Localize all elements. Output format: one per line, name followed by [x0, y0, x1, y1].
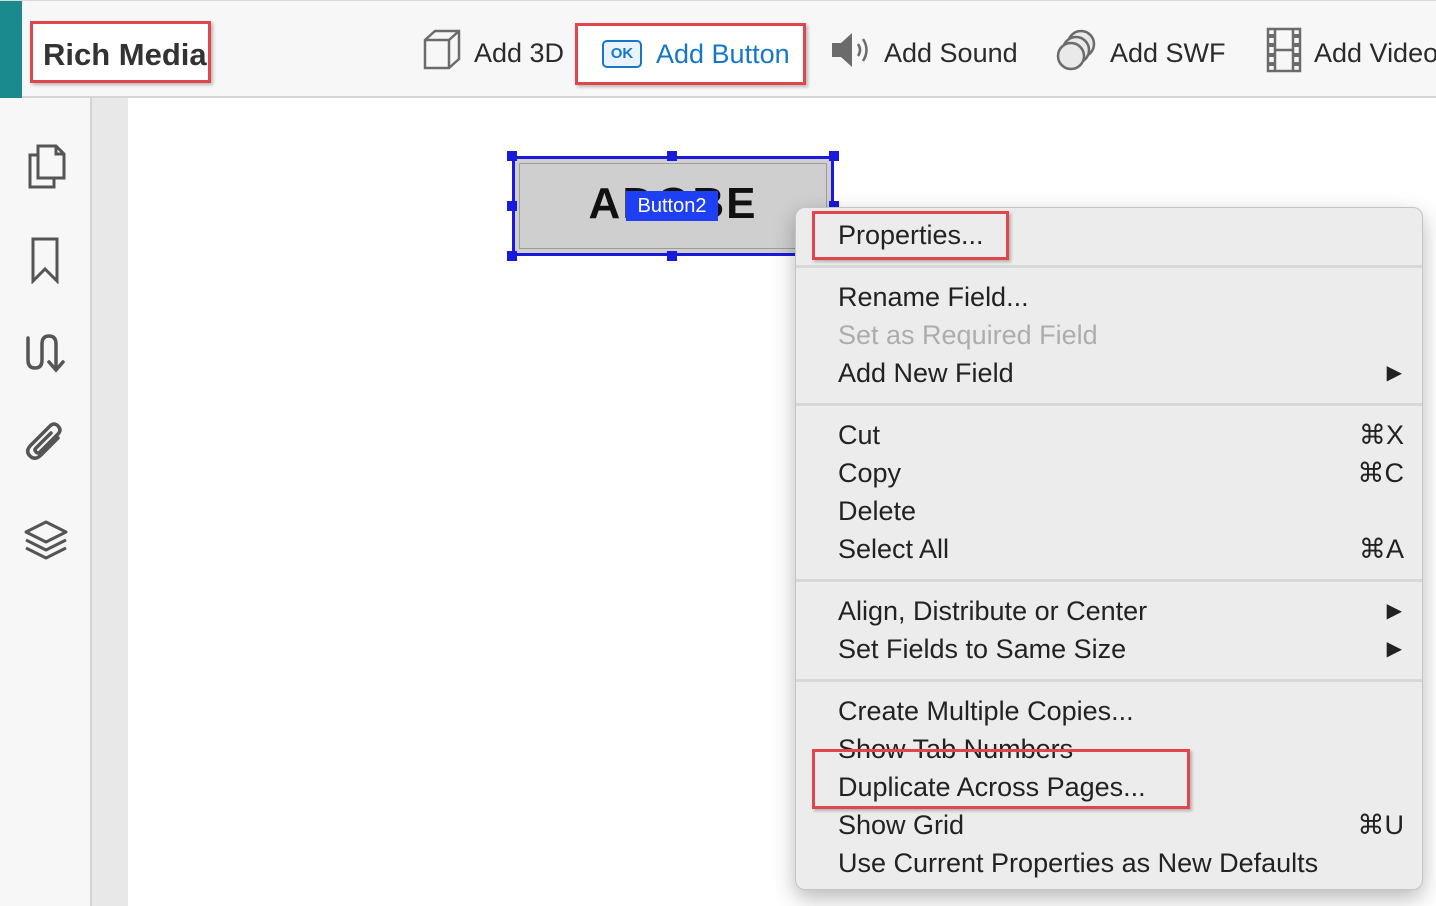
shortcut-cut: ⌘X: [1358, 420, 1404, 450]
menu-item-same-size[interactable]: Set Fields to Same Size ▶: [838, 630, 1404, 668]
menu-separator: [796, 679, 1422, 682]
attachment-icon[interactable]: [24, 420, 68, 468]
resize-handle-s[interactable]: [667, 251, 677, 261]
shortcut-show-grid: ⌘U: [1357, 810, 1405, 840]
highlight-properties: [812, 211, 1009, 260]
film-icon: [1266, 27, 1302, 80]
resize-handle-w[interactable]: [507, 201, 517, 211]
ok-button-icon: OK: [602, 40, 642, 68]
navigation-pane: [0, 98, 92, 906]
swf-icon: [1054, 28, 1098, 79]
menu-item-select-all[interactable]: Select All ⌘A: [838, 530, 1404, 568]
menu-item-copy[interactable]: Copy ⌘C: [838, 454, 1404, 492]
menu-item-set-required: Set as Required Field: [838, 320, 1098, 350]
menu-item-create-copies[interactable]: Create Multiple Copies...: [838, 692, 1404, 730]
context-menu: Properties... Rename Field... Set as Req…: [795, 207, 1423, 890]
resize-handle-sw[interactable]: [507, 251, 517, 261]
add-sound-button[interactable]: Add Sound: [830, 27, 1018, 79]
signature-icon[interactable]: [24, 330, 68, 378]
submenu-arrow-icon: ▶: [1386, 600, 1402, 622]
add-button-label: Add Button: [656, 38, 790, 69]
menu-item-rename-field[interactable]: Rename Field...: [838, 278, 1404, 316]
add-button-button[interactable]: OK Add Button: [575, 23, 806, 85]
page-gutter: [92, 98, 128, 906]
add-sound-label: Add Sound: [884, 37, 1018, 68]
resize-handle-ne[interactable]: [829, 151, 839, 161]
submenu-arrow-icon: ▶: [1386, 638, 1402, 660]
resize-handle-nw[interactable]: [507, 151, 517, 161]
add-swf-button[interactable]: Add SWF: [1054, 27, 1226, 79]
resize-handle-n[interactable]: [667, 151, 677, 161]
layers-icon[interactable]: [24, 518, 68, 566]
submenu-arrow-icon: ▶: [1386, 362, 1402, 384]
add-video-label: Add Video: [1314, 37, 1436, 68]
toolbar-accent-strip: [0, 1, 22, 99]
add-3d-button[interactable]: Add 3D: [422, 27, 564, 79]
menu-item-show-grid[interactable]: Show Grid ⌘U: [838, 806, 1404, 844]
add-swf-label: Add SWF: [1110, 37, 1226, 68]
menu-separator: [796, 579, 1422, 582]
menu-item-use-current-properties[interactable]: Use Current Properties as New Defaults: [838, 844, 1404, 882]
menu-separator: [796, 265, 1422, 268]
shortcut-copy: ⌘C: [1357, 458, 1405, 488]
rich-media-toolbar: Rich Media Add 3D OK Add Button Add Soun…: [0, 0, 1436, 99]
menu-separator: [796, 403, 1422, 406]
highlight-duplicate-across-pages: [812, 749, 1190, 809]
shortcut-select-all: ⌘A: [1358, 534, 1404, 564]
menu-item-add-new-field[interactable]: Add New Field ▶: [838, 354, 1404, 392]
menu-item-delete[interactable]: Delete: [838, 492, 1404, 530]
bookmark-icon[interactable]: [24, 236, 68, 285]
rich-media-label[interactable]: Rich Media: [30, 21, 211, 83]
pages-icon[interactable]: [24, 142, 68, 190]
speaker-icon: [830, 30, 872, 77]
add-video-button[interactable]: Add Video: [1266, 27, 1436, 79]
cube-icon: [422, 28, 462, 79]
field-name-tag: Button2: [626, 191, 718, 221]
add-3d-label: Add 3D: [474, 37, 565, 68]
menu-item-cut[interactable]: Cut ⌘X: [838, 416, 1404, 454]
menu-item-align-distribute[interactable]: Align, Distribute or Center ▶: [838, 592, 1404, 630]
